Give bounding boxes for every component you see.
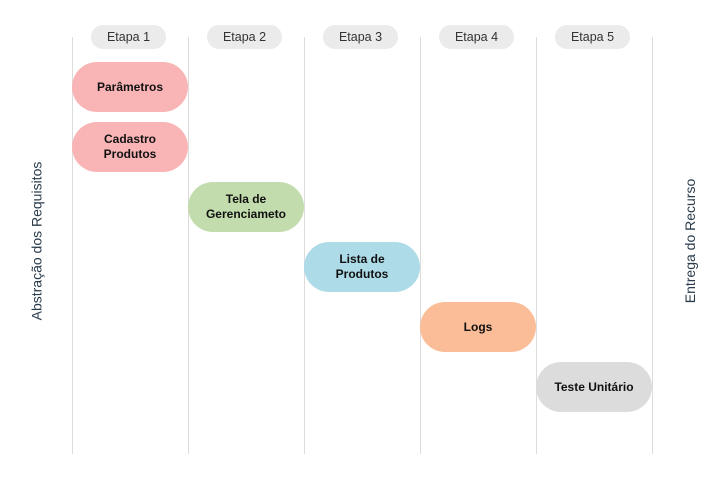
stage-header-2: Etapa 2 [207, 25, 282, 49]
task-lista-produtos: Lista de Produtos [304, 242, 420, 292]
stage-header-5: Etapa 5 [555, 25, 630, 49]
task-tela-gerenciamento: Tela de Gerenciameto [188, 182, 304, 232]
column-divider [420, 37, 421, 454]
left-axis-label: Abstração dos Requisitos [28, 161, 45, 321]
column-divider [304, 37, 305, 454]
task-teste-unitario: Teste Unitário [536, 362, 652, 412]
stage-header-3: Etapa 3 [323, 25, 398, 49]
stage-header-1: Etapa 1 [91, 25, 166, 49]
task-logs: Logs [420, 302, 536, 352]
right-axis-label: Entrega do Recurso [682, 178, 698, 304]
stage-header-4: Etapa 4 [439, 25, 514, 49]
task-cadastro-produtos: Cadastro Produtos [72, 122, 188, 172]
task-parametros: Parâmetros [72, 62, 188, 112]
column-divider [72, 37, 73, 454]
column-divider [188, 37, 189, 454]
column-divider [652, 37, 653, 454]
